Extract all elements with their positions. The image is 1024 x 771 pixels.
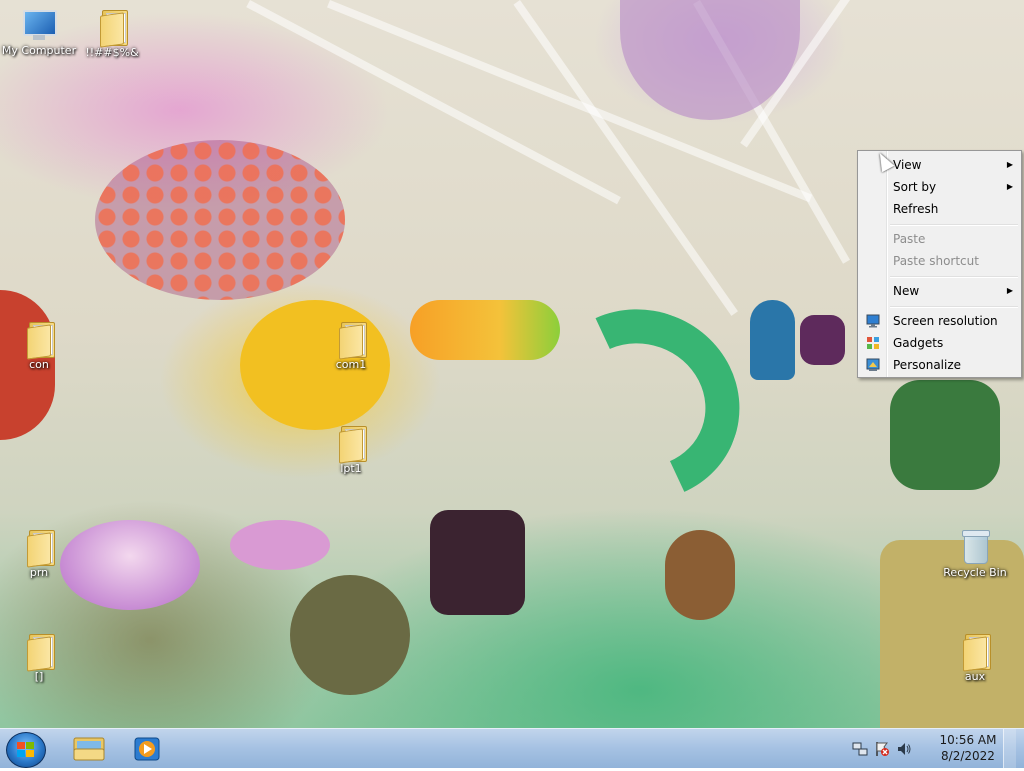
recycle-bin-icon (960, 528, 990, 564)
submenu-arrow-icon: ▶ (1006, 286, 1013, 295)
media-player-icon (134, 737, 160, 761)
menu-item-label: Sort by (893, 180, 937, 194)
menu-item-sort-by[interactable]: Sort by ▶ (860, 176, 1019, 198)
desktop-icon-folder-prn[interactable]: prn (0, 528, 78, 579)
desktop-icon-label: !!##$%& (85, 46, 139, 59)
taskbar: 10:56 AM 8/2/2022 (0, 728, 1024, 769)
purple-figure (800, 315, 845, 365)
menu-item-paste-shortcut[interactable]: Paste shortcut (860, 250, 1019, 272)
desktop-icon-label: lpt1 (340, 462, 362, 475)
dark-pot-creature (430, 510, 525, 615)
orange-worm-head (410, 300, 560, 360)
folder-icon (25, 320, 55, 360)
menu-item-label: Paste (893, 232, 926, 246)
desktop-icon-folder-lpt1[interactable]: lpt1 (312, 424, 390, 475)
folder-icon (337, 320, 367, 360)
desktop-icon-label: My Computer (1, 44, 77, 57)
desktop-icon-folder-brackets[interactable]: [] (0, 632, 78, 683)
show-desktop-button[interactable] (1003, 729, 1016, 769)
submenu-arrow-icon: ▶ (1006, 160, 1013, 169)
green-creature (890, 380, 1000, 490)
menu-item-paste[interactable]: Paste (860, 228, 1019, 250)
desktop-icon-label: aux (964, 670, 986, 683)
menu-separator (890, 276, 1018, 278)
desktop-icon-label: prn (29, 566, 49, 579)
blue-figure (750, 300, 795, 380)
start-button[interactable] (6, 732, 46, 768)
taskbar-clock[interactable]: 10:56 AM 8/2/2022 (938, 732, 998, 764)
clock-date: 8/2/2022 (941, 749, 995, 763)
menu-item-label: Gadgets (893, 336, 944, 350)
menu-item-gadgets[interactable]: Gadgets (860, 332, 1019, 354)
menu-item-label: New (893, 284, 920, 298)
olive-ball (290, 575, 410, 695)
desktop-icon-label: [] (34, 670, 44, 683)
menu-item-label: Screen resolution (893, 314, 998, 328)
submenu-arrow-icon: ▶ (1006, 182, 1013, 191)
windows-logo-icon (17, 742, 35, 758)
folder-icon (25, 528, 55, 568)
menu-item-label: View (893, 158, 922, 172)
clock-time: 10:56 AM (939, 733, 997, 747)
folder-icon (98, 8, 128, 48)
gadgets-icon (867, 337, 879, 349)
folder-icon (337, 424, 367, 464)
menu-separator (890, 306, 1018, 308)
purple-jelly (60, 520, 200, 610)
folder-icon (961, 632, 991, 672)
menu-item-label: Personalize (893, 358, 962, 372)
folder-library-icon (73, 737, 105, 761)
menu-item-refresh[interactable]: Refresh (860, 198, 1019, 220)
desktop-icon-folder-com1[interactable]: com1 (312, 320, 390, 371)
folder-icon (25, 632, 55, 672)
pink-dotted-cloud (95, 140, 345, 300)
desktop-icon-recycle-bin[interactable]: Recycle Bin (936, 528, 1014, 579)
brown-bunny-creature (665, 530, 735, 620)
volume-icon[interactable] (896, 741, 912, 757)
desktop-icon-label: com1 (335, 358, 367, 371)
action-center-flag-icon[interactable] (874, 741, 890, 757)
desktop-icon-label: Recycle Bin (943, 566, 1007, 579)
menu-item-new[interactable]: New ▶ (860, 280, 1019, 302)
menu-item-screen-resolution[interactable]: Screen resolution (860, 310, 1019, 332)
desktop-icon-label: con (29, 358, 49, 371)
desktop-context-menu: View ▶ Sort by ▶ Refresh Paste Paste sho… (857, 150, 1022, 378)
computer-icon (21, 8, 57, 42)
system-tray: 10:56 AM 8/2/2022 (846, 729, 1016, 769)
menu-separator (890, 224, 1018, 226)
menu-item-label: Refresh (893, 202, 939, 216)
taskbar-button-media-player[interactable] (120, 731, 174, 767)
pink-jelly (230, 520, 330, 570)
desktop-icon-folder-aux[interactable]: aux (936, 632, 1014, 683)
personalize-icon (866, 358, 880, 371)
desktop-icon-my-computer[interactable]: My Computer (0, 8, 78, 57)
taskbar-button-windows-explorer[interactable] (62, 731, 116, 767)
display-icon (866, 314, 880, 328)
desktop-icon-folder-symbols[interactable]: !!##$%& (73, 8, 151, 59)
desktop-icon-folder-con[interactable]: con (0, 320, 78, 371)
menu-item-label: Paste shortcut (893, 254, 979, 268)
network-icon[interactable] (852, 741, 868, 757)
menu-item-personalize[interactable]: Personalize (860, 354, 1019, 376)
